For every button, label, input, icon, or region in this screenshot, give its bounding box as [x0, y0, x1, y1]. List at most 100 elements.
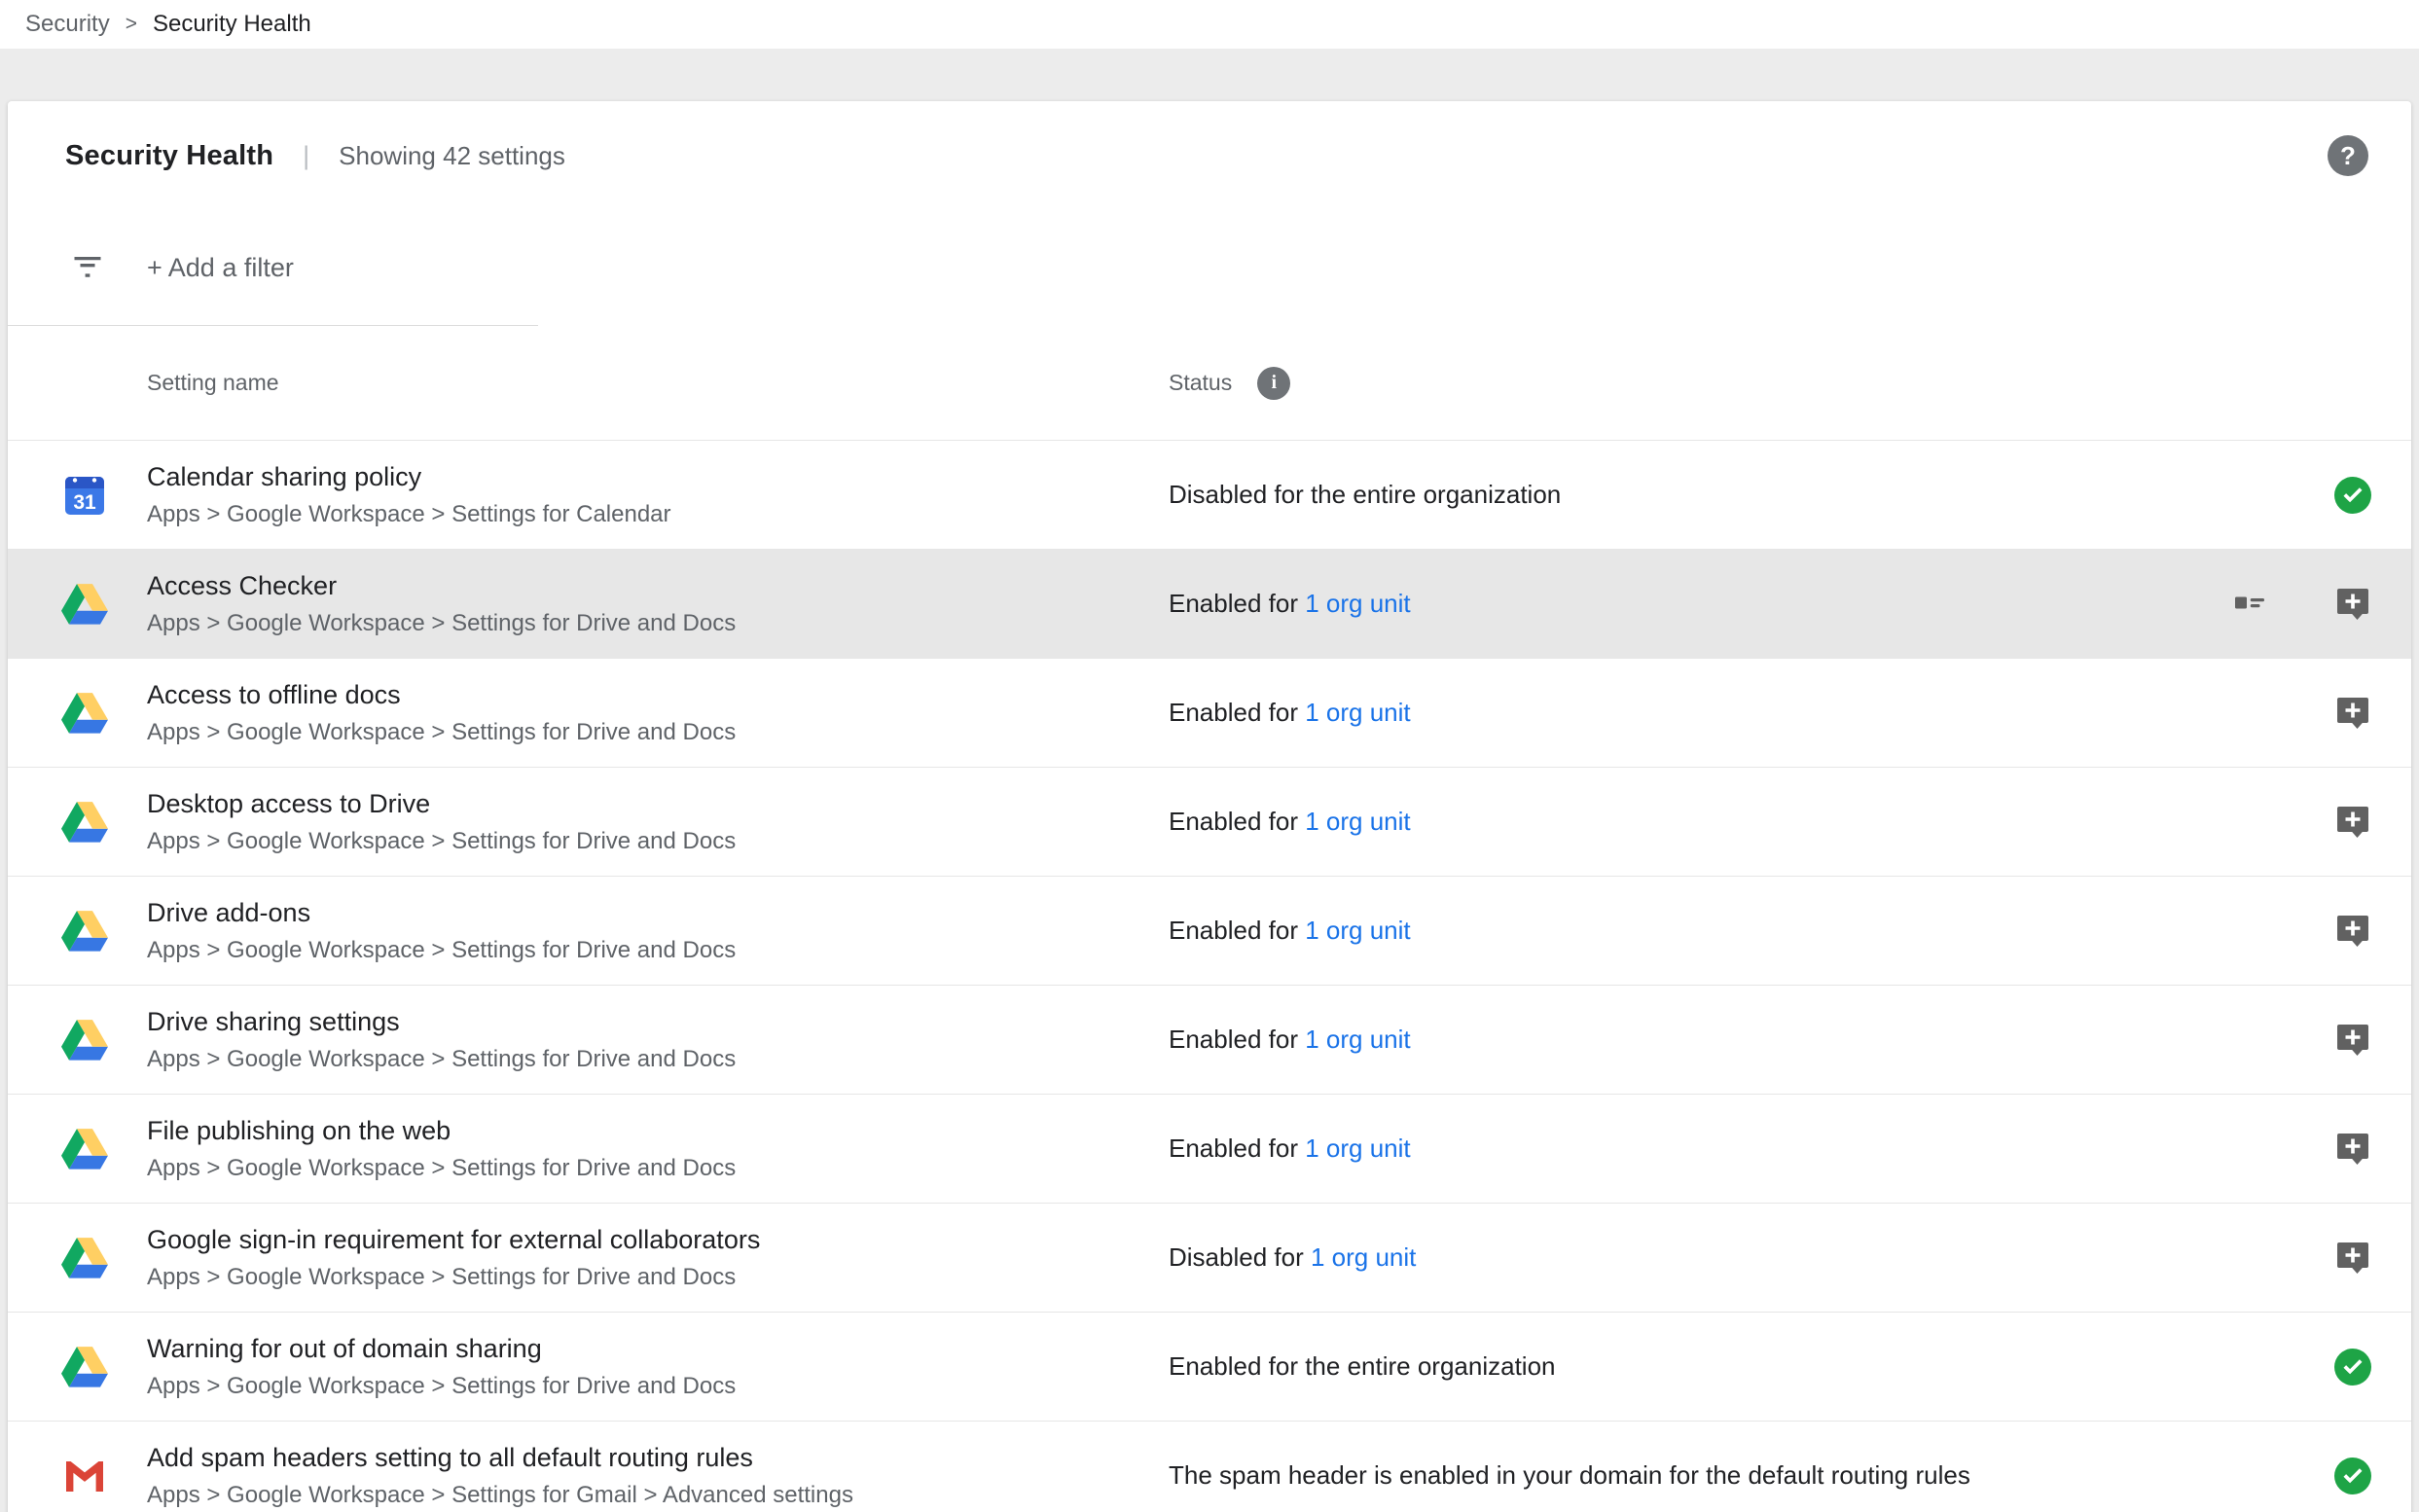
row-actions [2333, 1348, 2372, 1386]
row-actions [2333, 1021, 2372, 1060]
table-row[interactable]: Drive sharing settings Apps > Google Wor… [8, 985, 2411, 1094]
setting-title[interactable]: Google sign-in requirement for external … [147, 1225, 1169, 1255]
column-setting-name: Setting name [147, 370, 1169, 396]
setting-title[interactable]: Warning for out of domain sharing [147, 1334, 1169, 1364]
setting-path: Apps > Google Workspace > Settings for D… [147, 1155, 1169, 1182]
table-row[interactable]: Access to offline docs Apps > Google Wor… [8, 658, 2411, 767]
breadcrumb-current: Security Health [153, 11, 311, 38]
details-icon[interactable] [2232, 587, 2267, 622]
filter-icon[interactable] [70, 248, 105, 288]
org-unit-link[interactable]: 1 org unit [1305, 916, 1410, 945]
status-text: Enabled for [1169, 916, 1298, 945]
row-actions [2333, 694, 2372, 733]
table-row[interactable]: Add spam headers setting to all default … [8, 1421, 2411, 1512]
setting-path: Apps > Google Workspace > Settings for G… [147, 1482, 1169, 1509]
row-actions [2333, 803, 2372, 842]
setting-title[interactable]: Desktop access to Drive [147, 789, 1169, 819]
add-filter-button[interactable]: + Add a filter [147, 253, 294, 283]
filter-bar: + Add a filter [8, 210, 2411, 325]
status-text: Enabled for [1169, 1134, 1298, 1163]
breadcrumb: Security > Security Health [0, 0, 2419, 49]
assign-flag-icon[interactable] [2333, 803, 2372, 842]
org-unit-link[interactable]: 1 org unit [1305, 589, 1410, 618]
row-actions [2333, 1130, 2372, 1169]
org-unit-link[interactable]: 1 org unit [1305, 1025, 1410, 1054]
security-health-card: Security Health | Showing 42 settings ? … [8, 101, 2411, 1512]
setting-path: Apps > Google Workspace > Settings for D… [147, 719, 1169, 746]
setting-info: Access Checker Apps > Google Workspace >… [147, 571, 1169, 637]
table-row[interactable]: Warning for out of domain sharing Apps >… [8, 1312, 2411, 1421]
status-text: Disabled for the entire organization [1169, 480, 1561, 509]
drive-app-icon [61, 1344, 108, 1390]
setting-title[interactable]: Calendar sharing policy [147, 462, 1169, 492]
setting-path: Apps > Google Workspace > Settings for D… [147, 1264, 1169, 1291]
settings-list: 31 Calendar sharing policy Apps > Google… [8, 440, 2411, 1512]
assign-flag-icon[interactable] [2333, 1021, 2372, 1060]
setting-path: Apps > Google Workspace > Settings for D… [147, 610, 1169, 637]
breadcrumb-security-link[interactable]: Security [25, 11, 110, 38]
setting-status: Enabled for the entire organization [1169, 1351, 2333, 1382]
setting-title[interactable]: Access Checker [147, 571, 1169, 601]
card-header: Security Health | Showing 42 settings ? [8, 101, 2411, 210]
assign-flag-icon[interactable] [2333, 912, 2372, 951]
table-row[interactable]: File publishing on the web Apps > Google… [8, 1094, 2411, 1203]
setting-title[interactable]: Access to offline docs [147, 680, 1169, 710]
row-actions [2232, 585, 2372, 624]
setting-title[interactable]: Drive sharing settings [147, 1007, 1169, 1037]
svg-text:31: 31 [73, 491, 96, 514]
help-icon[interactable]: ? [2328, 135, 2368, 176]
breadcrumb-separator-icon: > [126, 13, 137, 36]
setting-status: Enabled for 1 org unit [1169, 1134, 2333, 1164]
row-actions [2333, 476, 2372, 515]
table-row[interactable]: 31 Calendar sharing policy Apps > Google… [8, 440, 2411, 549]
setting-title[interactable]: Drive add-ons [147, 898, 1169, 928]
setting-info: Drive sharing settings Apps > Google Wor… [147, 1007, 1169, 1073]
org-unit-link[interactable]: 1 org unit [1311, 1242, 1416, 1272]
table-row[interactable]: Google sign-in requirement for external … [8, 1203, 2411, 1312]
drive-app-icon [61, 1017, 108, 1063]
assign-flag-icon[interactable] [2333, 694, 2372, 733]
setting-status: Enabled for 1 org unit [1169, 916, 2333, 946]
org-unit-link[interactable]: 1 org unit [1305, 1134, 1410, 1163]
setting-info: Google sign-in requirement for external … [147, 1225, 1169, 1291]
page-title: Security Health [65, 140, 273, 172]
gmail-app-icon [61, 1453, 108, 1499]
table-row[interactable]: Desktop access to Drive Apps > Google Wo… [8, 767, 2411, 876]
setting-info: File publishing on the web Apps > Google… [147, 1116, 1169, 1182]
row-actions [2333, 912, 2372, 951]
org-unit-link[interactable]: 1 org unit [1305, 698, 1410, 727]
setting-info: Access to offline docs Apps > Google Wor… [147, 680, 1169, 746]
org-unit-link[interactable]: 1 org unit [1305, 807, 1410, 836]
assign-flag-icon[interactable] [2333, 1239, 2372, 1278]
calendar-app-icon: 31 [61, 472, 108, 519]
table-header: Setting name Status i [8, 326, 2411, 440]
status-text: The spam header is enabled in your domai… [1169, 1460, 1970, 1490]
assign-flag-icon[interactable] [2333, 1130, 2372, 1169]
setting-info: Calendar sharing policy Apps > Google Wo… [147, 462, 1169, 528]
status-pass-check-icon [2333, 476, 2372, 515]
row-actions [2333, 1239, 2372, 1278]
table-row[interactable]: Access Checker Apps > Google Workspace >… [8, 549, 2411, 658]
status-info-icon[interactable]: i [1257, 367, 1290, 400]
status-text: Enabled for [1169, 589, 1298, 618]
setting-status: Disabled for 1 org unit [1169, 1242, 2333, 1273]
setting-path: Apps > Google Workspace > Settings for D… [147, 1373, 1169, 1400]
setting-status: Enabled for 1 org unit [1169, 807, 2333, 837]
settings-count: Showing 42 settings [339, 141, 565, 171]
table-row[interactable]: Drive add-ons Apps > Google Workspace > … [8, 876, 2411, 985]
setting-title[interactable]: Add spam headers setting to all default … [147, 1443, 1169, 1473]
drive-app-icon [61, 1235, 108, 1281]
drive-app-icon [61, 1126, 108, 1172]
title-divider: | [303, 141, 309, 171]
status-pass-check-icon [2333, 1457, 2372, 1495]
setting-title[interactable]: File publishing on the web [147, 1116, 1169, 1146]
setting-info: Drive add-ons Apps > Google Workspace > … [147, 898, 1169, 964]
status-text: Enabled for [1169, 1025, 1298, 1054]
status-text: Enabled for [1169, 698, 1298, 727]
status-text: Enabled for the entire organization [1169, 1351, 1556, 1381]
drive-app-icon [61, 908, 108, 954]
setting-info: Warning for out of domain sharing Apps >… [147, 1334, 1169, 1400]
setting-status: Disabled for the entire organization [1169, 480, 2333, 510]
row-actions [2333, 1457, 2372, 1495]
assign-flag-icon[interactable] [2333, 585, 2372, 624]
